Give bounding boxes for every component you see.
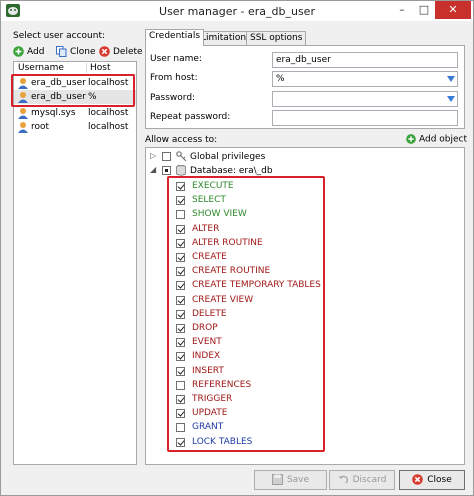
- host-column-header[interactable]: Host: [86, 63, 111, 73]
- username-column-header[interactable]: Username: [18, 63, 64, 73]
- password-input[interactable]: [272, 91, 458, 107]
- database-checkbox[interactable]: [162, 166, 171, 175]
- chevron-down-icon[interactable]: [447, 96, 455, 102]
- highlight-box-users: [11, 74, 135, 107]
- user-manager-window: User manager - era_db_user – □ ✕ Select …: [0, 0, 474, 496]
- add-object-label: Add object: [419, 134, 468, 145]
- from-host-label: From host:: [150, 73, 198, 83]
- green-plus-icon: [13, 46, 24, 57]
- from-host-value: %: [276, 74, 285, 84]
- red-x-icon: [99, 46, 110, 57]
- close-label: Close: [427, 475, 452, 485]
- collapse-arrow-icon[interactable]: ◢: [150, 165, 156, 174]
- green-plus-icon: [406, 134, 416, 144]
- minimize-button[interactable]: –: [391, 1, 413, 19]
- delete-label: Delete: [113, 47, 143, 57]
- allow-access-label: Allow access to:: [145, 135, 218, 145]
- user-row[interactable]: root localhost: [14, 120, 136, 134]
- credentials-panel: User name: era_db_user From host: % Pass…: [145, 45, 465, 129]
- user-list[interactable]: Username Host era_db_user localhost era_…: [13, 61, 137, 465]
- highlight-box-privileges: [167, 176, 325, 452]
- expand-arrow-icon[interactable]: ▷: [150, 151, 156, 160]
- save-button[interactable]: Save: [254, 470, 327, 490]
- database-icon: [176, 165, 186, 176]
- clone-icon: [56, 46, 67, 57]
- tab-credentials[interactable]: Credentials: [145, 29, 205, 46]
- discard-icon: [338, 475, 348, 484]
- global-privileges-label: Global privileges: [190, 152, 266, 162]
- discard-button[interactable]: Discard: [329, 470, 395, 490]
- user-host: localhost: [88, 122, 129, 132]
- save-label: Save: [286, 475, 310, 485]
- select-user-label: Select user account:: [13, 31, 106, 41]
- add-user-button[interactable]: Add: [13, 45, 44, 59]
- tab-ssl-options[interactable]: SSL options: [246, 31, 307, 45]
- add-label: Add: [27, 47, 45, 57]
- close-button[interactable]: Close: [399, 470, 465, 490]
- from-host-select[interactable]: %: [272, 71, 458, 87]
- user-icon: [18, 122, 28, 133]
- database-label: Database: era\_db: [190, 166, 273, 176]
- user-icon: [18, 108, 28, 119]
- close-window-button[interactable]: ✕: [435, 1, 471, 19]
- global-privileges-node[interactable]: ▷ Global privileges: [150, 151, 450, 165]
- user-name-input[interactable]: era_db_user: [272, 52, 458, 68]
- user-host: localhost: [88, 108, 129, 118]
- add-object-button[interactable]: Add object: [406, 134, 467, 145]
- save-icon: [271, 474, 283, 485]
- user-name: mysql.sys: [31, 108, 76, 118]
- title-bar: User manager - era_db_user – □ ✕: [1, 1, 473, 21]
- red-x-icon: [412, 474, 424, 485]
- clone-label: Clone: [70, 47, 96, 57]
- delete-user-button[interactable]: Delete: [99, 45, 143, 59]
- discard-label: Discard: [352, 475, 387, 485]
- chevron-down-icon[interactable]: [447, 76, 455, 82]
- user-name-label: User name:: [150, 54, 202, 64]
- clone-user-button[interactable]: Clone: [56, 45, 96, 59]
- maximize-button[interactable]: □: [413, 1, 435, 19]
- key-icon: [176, 151, 187, 162]
- repeat-password-input[interactable]: [272, 110, 458, 126]
- user-name: root: [31, 122, 50, 132]
- password-label: Password:: [150, 93, 196, 103]
- user-row[interactable]: mysql.sys localhost: [14, 106, 136, 120]
- global-privileges-checkbox[interactable]: [162, 152, 171, 161]
- repeat-password-label: Repeat password:: [150, 112, 231, 122]
